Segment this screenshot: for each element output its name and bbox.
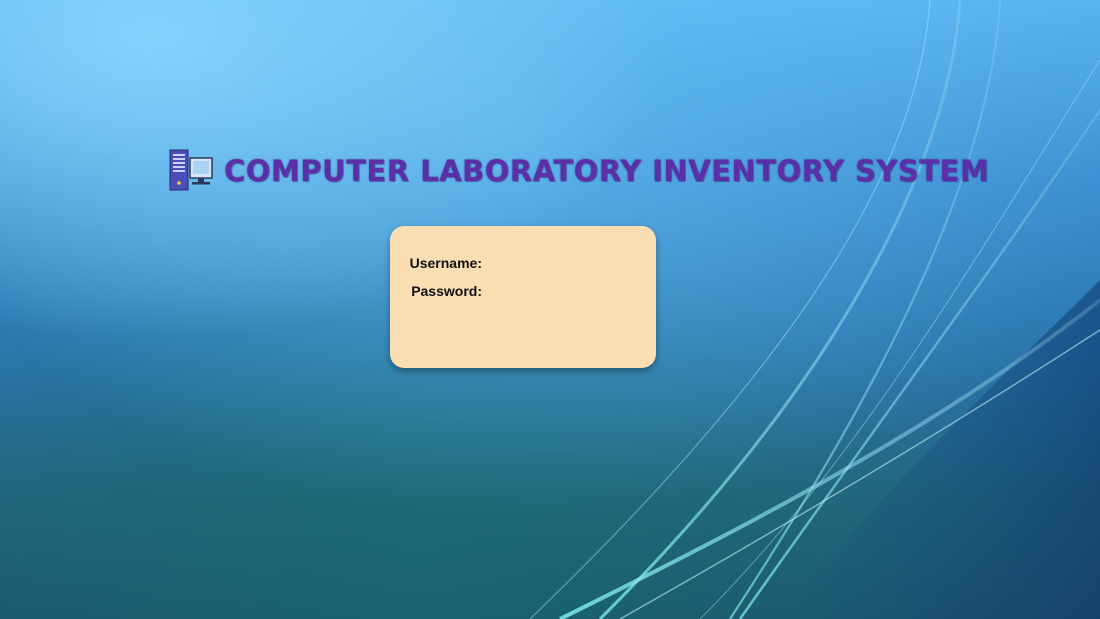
title-bar: COMPUTER LABORATORY INVENTORY SYSTEM (168, 148, 989, 194)
username-label: Username: (409, 255, 482, 271)
username-input[interactable] (488, 253, 646, 273)
app-title: COMPUTER LABORATORY INVENTORY SYSTEM (224, 154, 990, 188)
password-label: Password: (411, 283, 482, 299)
computer-tower-icon (169, 149, 213, 191)
password-input[interactable] (488, 281, 646, 301)
login-panel: Username: Password: (390, 226, 656, 368)
